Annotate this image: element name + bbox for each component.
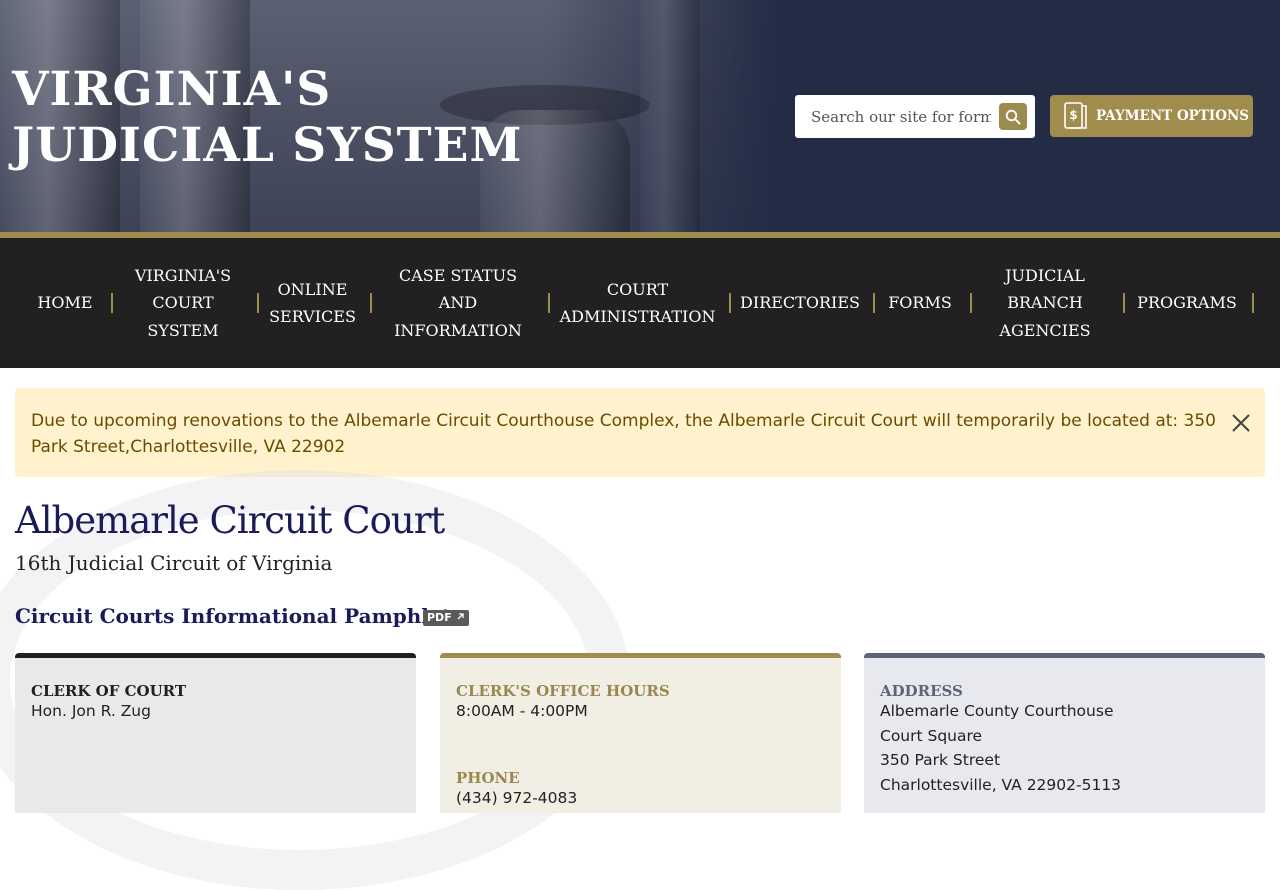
address-line: Albemarle County Courthouse — [880, 702, 1114, 720]
nav-separator — [111, 293, 113, 313]
payment-options-label: PAYMENT OPTIONS — [1096, 108, 1250, 124]
nav-separator — [257, 293, 259, 313]
nav-item-programs[interactable]: PROGRAMS — [1136, 238, 1238, 368]
svg-text:$: $ — [1069, 108, 1077, 122]
nav-item-case-status[interactable]: CASE STATUS AND INFORMATION — [392, 238, 524, 368]
address-label: ADDRESS — [880, 682, 963, 700]
address-line: Charlottesville, VA 22902-5113 — [880, 775, 1122, 794]
receipt-dollar-icon: $ — [1064, 102, 1087, 129]
nav-item-directories[interactable]: DIRECTORIES — [740, 238, 860, 368]
nav-item-virginias-court-system[interactable]: VIRGINIA'S COURT SYSTEM — [128, 238, 238, 368]
page-subtitle: 16th Judicial Circuit of Virginia — [15, 551, 333, 575]
office-hours-card: CLERK'S OFFICE HOURS 8:00AM - 4:00PM PHO… — [440, 653, 841, 813]
search-input[interactable] — [809, 103, 993, 131]
pdf-badge[interactable]: PDF — [423, 610, 469, 626]
payment-options-button[interactable]: $ PAYMENT OPTIONS — [1050, 95, 1253, 137]
nav-item-home[interactable]: HOME — [25, 238, 105, 368]
address-line: Court Square — [880, 726, 983, 745]
site-title[interactable]: VIRGINIA'S JUDICIAL SYSTEM — [12, 62, 572, 174]
clerk-card: CLERK OF COURT Hon. Jon R. Zug — [15, 653, 416, 813]
address-card: ADDRESS Albemarle County Courthouse Cour… — [864, 653, 1265, 813]
nav-separator — [548, 293, 550, 313]
alert-close-button[interactable] — [1229, 411, 1253, 435]
page-title: Albemarle Circuit Court — [15, 499, 445, 542]
nav-item-online-services[interactable]: ONLINE SERVICES — [269, 238, 356, 368]
nav-item-court-administration[interactable]: COURT ADMINISTRATION — [560, 238, 716, 368]
alert-message: Due to upcoming renovations to the Albem… — [31, 411, 1216, 457]
nav-separator — [370, 293, 372, 313]
nav-separator — [970, 293, 972, 313]
nav-item-judicial-branch-agencies[interactable]: JUDICIAL BRANCH AGENCIES — [990, 238, 1100, 368]
clerk-label: CLERK OF COURT — [31, 682, 187, 700]
nav-separator — [1123, 293, 1125, 313]
phone-label: PHONE — [456, 769, 520, 787]
address-line: 350 Park Street — [880, 751, 1001, 769]
nav-item-forms[interactable]: FORMS — [886, 238, 954, 368]
main-nav: HOME VIRGINIA'S COURT SYSTEM ONLINE SERV… — [0, 238, 1280, 368]
office-hours-label: CLERK'S OFFICE HOURS — [456, 682, 670, 700]
office-hours-value: 8:00AM - 4:00PM — [456, 702, 588, 720]
clerk-name: Hon. Jon R. Zug — [31, 702, 151, 720]
nav-separator — [873, 293, 875, 313]
pamphlet-link[interactable]: Circuit Courts Informational Pamphlet — [15, 601, 451, 631]
close-icon — [1232, 414, 1250, 432]
external-link-icon — [457, 613, 464, 620]
search-box — [795, 95, 1035, 138]
search-icon — [1005, 109, 1021, 125]
phone-value[interactable]: (434) 972-4083 — [456, 786, 577, 811]
nav-separator — [1252, 293, 1254, 313]
nav-separator — [729, 293, 731, 313]
search-button[interactable] — [999, 103, 1027, 130]
site-header: VIRGINIA'S JUDICIAL SYSTEM $ PAYMENT OPT… — [0, 0, 1280, 232]
renovation-alert: Due to upcoming renovations to the Albem… — [15, 388, 1265, 477]
